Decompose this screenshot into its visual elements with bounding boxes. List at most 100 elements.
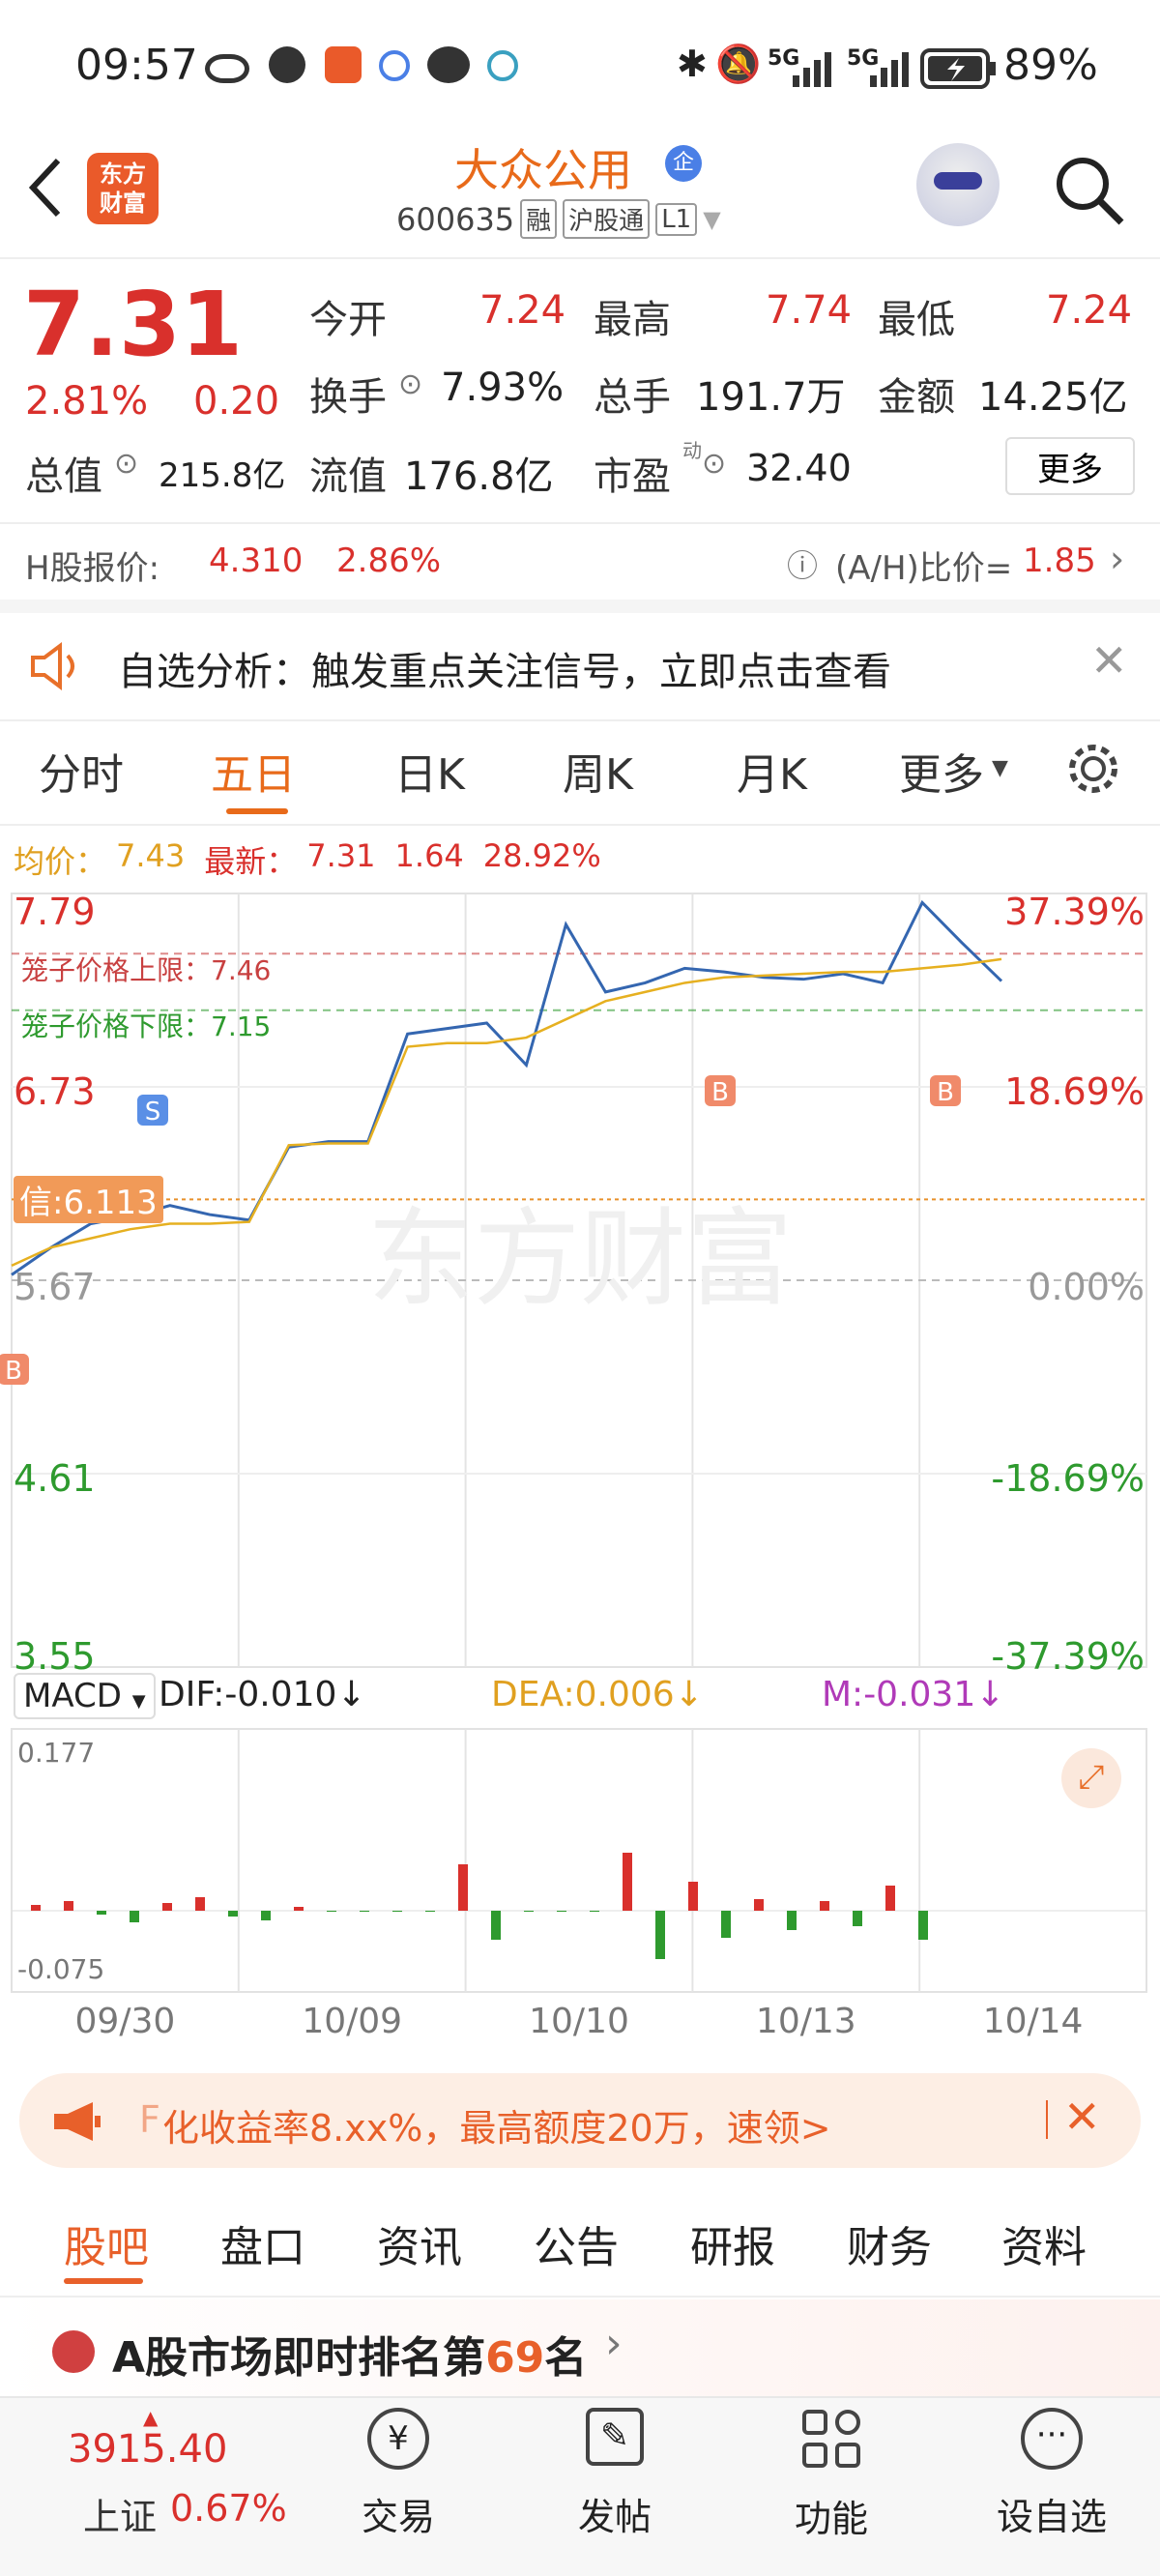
subtab-pankou[interactable]: 盘口 [220, 2212, 305, 2274]
macd-bar [360, 1911, 369, 1912]
marker-label: S [145, 1098, 161, 1127]
h-share-row[interactable]: H股报价: 4.310 2.86% ⓘ (A/H)比价= 1.85 › [0, 530, 1160, 600]
nav-add-watchlist[interactable]: ··· 设自选 [994, 2408, 1110, 2540]
more-dots-icon: ··· [1021, 2408, 1083, 2470]
active-tab-indicator [226, 808, 288, 814]
robot-assistant-icon[interactable] [916, 143, 1000, 226]
speaker-icon [31, 642, 74, 690]
tab-daily-k[interactable]: 日K [394, 740, 465, 802]
ah-ratio-label: (A/H)比价= [835, 549, 1013, 588]
rank-row[interactable]: A股市场即时排名第69名 › [0, 2299, 1160, 2396]
stock-code-row[interactable]: 600635 融 沪股通 L1 ▼ [396, 199, 721, 239]
tag-level: L1 [655, 202, 698, 236]
pe-value: 32.40 [746, 447, 852, 489]
float-label: 流值 [309, 454, 387, 499]
macd-bar [885, 1886, 895, 1911]
subtab-finance[interactable]: 财务 [847, 2212, 932, 2274]
pe-label: 市盈 [594, 454, 671, 499]
y-right-tick: 37.39% [1004, 891, 1145, 933]
change-amount: 0.20 [193, 379, 280, 424]
cage-upper-label: 笼子价格上限：7.46 [21, 954, 272, 986]
subtab-news[interactable]: 资讯 [377, 2212, 462, 2274]
tab-weekly-k[interactable]: 周K [563, 740, 633, 802]
macd-bar [425, 1911, 435, 1912]
macd-bar [754, 1899, 764, 1911]
nav-post-label: 发帖 [577, 2496, 652, 2538]
date-label: 10/14 [983, 2002, 1084, 2041]
ah-ratio-value: 1.85 [1023, 542, 1096, 580]
expand-icon[interactable]: ⤢ [1061, 1748, 1121, 1808]
close-icon[interactable]: ✕ [1063, 2091, 1101, 2143]
macd-bar [623, 1853, 632, 1911]
yen-icon: ¥ [367, 2408, 429, 2470]
macd-bar [820, 1901, 829, 1911]
macd-bar [392, 1911, 402, 1912]
megaphone-icon [54, 2102, 101, 2141]
chevron-right-icon: › [1110, 538, 1125, 580]
macd-bar [97, 1911, 106, 1915]
sub-tabs: 股吧 盘口 资讯 公告 研报 财务 资料 [0, 2181, 1160, 2298]
index-ticker[interactable]: ▲ 3915.40 上证 0.67% [54, 2406, 287, 2551]
info-icon[interactable]: ⊙ [114, 447, 138, 481]
stock-header: 东方 财富 大众公用 企 600635 融 沪股通 L1 ▼ [0, 135, 1160, 259]
macd-dea: DEA:0.006↓ [491, 1675, 704, 1714]
volume-value: 191.7万 [696, 375, 846, 420]
tab-intraday[interactable]: 分时 [39, 740, 124, 802]
index-name: 上证 [83, 2496, 158, 2538]
nav-functions[interactable]: 功能 [783, 2408, 880, 2542]
back-icon[interactable] [25, 157, 64, 219]
macd-bar [721, 1911, 731, 1938]
search-icon[interactable] [1054, 155, 1125, 226]
gear-icon[interactable] [1065, 741, 1121, 797]
y-right-tick: -37.39% [991, 1635, 1145, 1678]
macd-bar [787, 1911, 797, 1930]
signal-label[interactable]: 信:6.113 [14, 1176, 163, 1223]
nav-trade[interactable]: ¥ 交易 [350, 2408, 447, 2540]
nav-post[interactable]: ✎ 发帖 [566, 2408, 663, 2540]
eye-icon [205, 54, 249, 83]
battery-percent: 89% [1003, 41, 1098, 90]
macd-selector[interactable]: MACD ▼ [14, 1673, 156, 1719]
macd-bar [918, 1911, 928, 1940]
y-right-tick: 18.69% [1004, 1070, 1145, 1113]
bottom-nav: ▲ 3915.40 上证 0.67% ¥ 交易 ✎ 发帖 功能 ··· 设自选 [0, 2396, 1160, 2576]
h-share-label: H股报价: [25, 549, 160, 588]
macd-bar [458, 1864, 468, 1911]
macd-bar [64, 1901, 73, 1911]
change-percent: 2.81% [25, 379, 149, 424]
analysis-banner[interactable]: 自选分析：触发重点关注信号，立即点击查看 ✕ [0, 613, 1160, 719]
tag-margin: 融 [520, 199, 558, 239]
info-icon[interactable]: ⊙ [702, 447, 726, 481]
close-icon[interactable]: ✕ [1090, 634, 1128, 687]
subtab-announcements[interactable]: 公告 [534, 2212, 619, 2274]
macd-bar [294, 1907, 304, 1911]
macd-bottom-value: -0.075 [17, 1953, 105, 1985]
enterprise-badge: 企 [665, 145, 702, 182]
tab-monthly-k[interactable]: 月K [737, 740, 807, 802]
date-label: 10/13 [756, 2002, 856, 2041]
h-share-pct: 2.86% [336, 542, 442, 580]
low-value: 7.24 [1046, 288, 1133, 333]
alarm-icon [269, 46, 305, 83]
bluetooth-icon: ✱ [677, 43, 708, 85]
marker-label: B [5, 1357, 22, 1386]
app-notification-icon [325, 46, 362, 83]
tab-five-day[interactable]: 五日 [211, 740, 296, 802]
marker-label: B [711, 1078, 729, 1107]
more-button[interactable]: 更多 [1005, 437, 1135, 495]
subtab-guba[interactable]: 股吧 [64, 2212, 149, 2274]
macd-header: MACD ▼ DIF:-0.010↓ DEA:0.006↓ M:-0.031↓ [14, 1673, 1154, 1727]
subtab-research[interactable]: 研报 [690, 2212, 775, 2274]
macd-bar [130, 1911, 139, 1922]
ad-banner[interactable]: F 化收益率8.xx%，最高额度20万，速领> ✕ [19, 2073, 1141, 2168]
info-icon[interactable]: ⊙ [398, 367, 422, 401]
status-time: 09:57 [75, 41, 198, 90]
amount-value: 14.25亿 [978, 375, 1128, 420]
subtab-profile[interactable]: 资料 [1001, 2212, 1087, 2274]
macd-bar [327, 1911, 336, 1912]
rank-icon [52, 2330, 95, 2373]
tab-more[interactable]: 更多 [899, 740, 984, 802]
watermark: 东方财富 [367, 1197, 793, 1321]
help-icon[interactable]: ⓘ [787, 542, 818, 586]
macd-bar [688, 1882, 698, 1911]
